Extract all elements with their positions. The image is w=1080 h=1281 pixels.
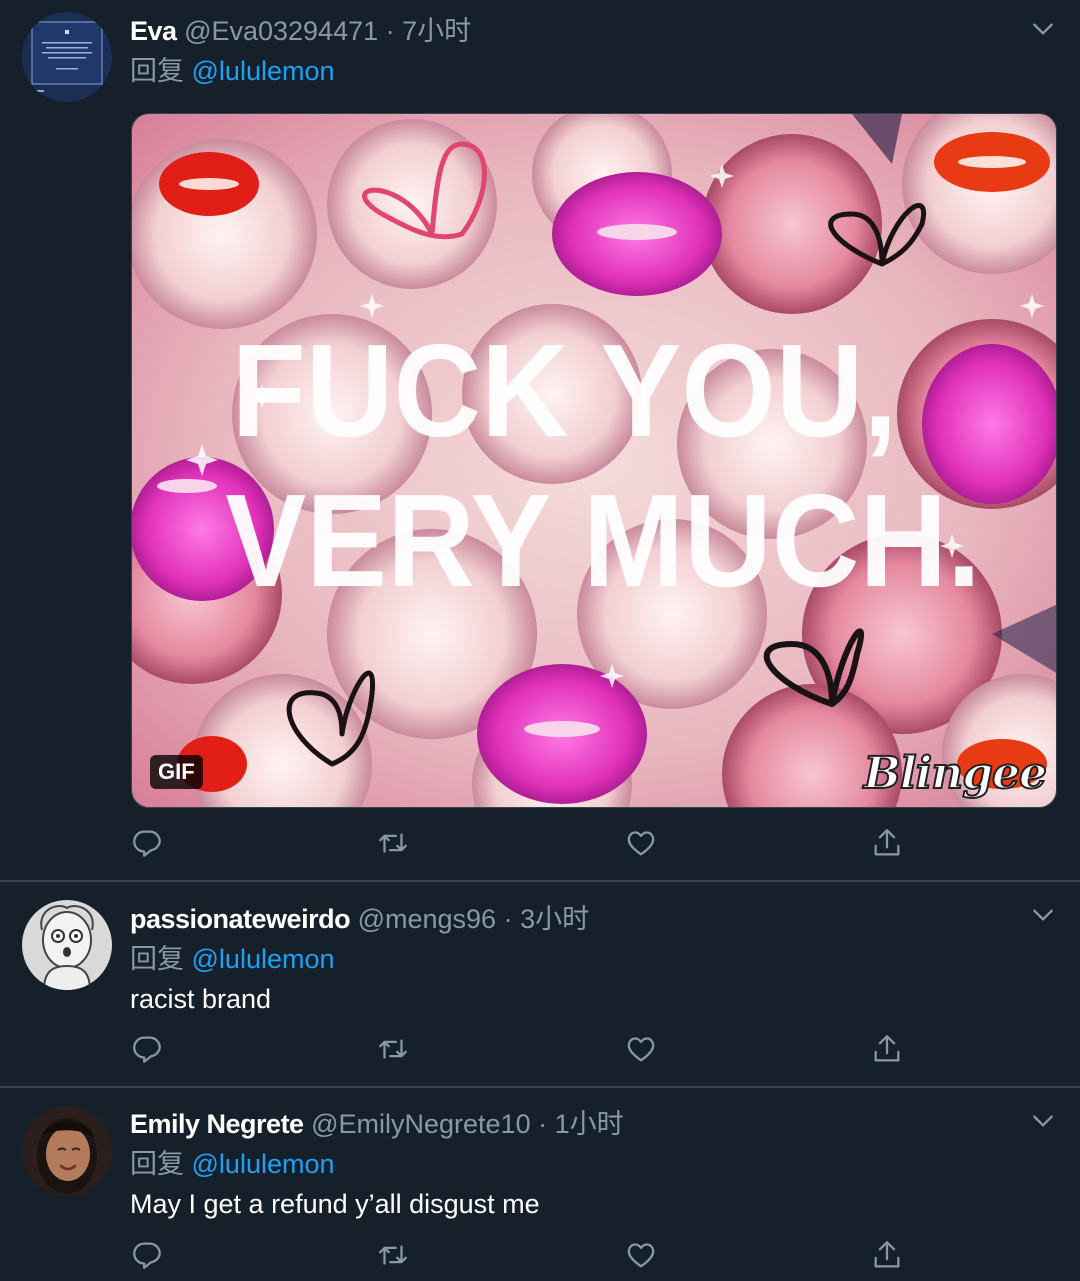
retweet-button[interactable] xyxy=(376,826,410,860)
reply-context: 回复 @lululemon xyxy=(130,942,335,976)
reply-icon xyxy=(133,1036,161,1063)
user-handle[interactable]: @mengs96 xyxy=(358,904,496,934)
heart-icon xyxy=(627,1037,655,1062)
heart-icon xyxy=(627,1243,655,1268)
mention-link[interactable]: @lululemon xyxy=(192,944,335,974)
reply-button[interactable] xyxy=(130,826,164,860)
like-button[interactable] xyxy=(624,826,658,860)
timestamp[interactable]: 3小时 xyxy=(520,904,589,934)
heart-icon xyxy=(627,831,655,856)
retweet-button[interactable] xyxy=(376,1032,410,1066)
tweet-header: passionateweirdo @mengs96 · 3小时 xyxy=(130,902,589,936)
chevron-down-icon[interactable] xyxy=(1030,16,1056,42)
separator: · xyxy=(538,1109,548,1139)
like-button[interactable] xyxy=(624,1032,658,1066)
share-icon xyxy=(874,1035,900,1062)
retweet-icon xyxy=(379,1039,407,1059)
retweet-icon xyxy=(379,833,407,853)
separator: · xyxy=(503,904,513,934)
reply-prefix: 回复 xyxy=(130,944,184,974)
share-icon xyxy=(874,1241,900,1268)
chevron-down-icon[interactable] xyxy=(1030,902,1056,928)
share-button[interactable] xyxy=(870,826,904,860)
display-name[interactable]: Emily Negrete xyxy=(130,1109,304,1139)
gif-overlay-line2: VERY MUCH. xyxy=(225,466,981,614)
avatar[interactable] xyxy=(22,1106,112,1196)
reply-prefix: 回复 xyxy=(130,1149,184,1179)
reply-context: 回复 @lululemon xyxy=(130,54,335,88)
watermark: Blingee xyxy=(863,747,1048,800)
tweet[interactable]: Emily Negrete @EmilyNegrete10 · 1小时 回复 @… xyxy=(0,1088,1080,1281)
display-name[interactable]: Eva xyxy=(130,16,177,46)
share-icon xyxy=(874,829,900,856)
tweet-actions xyxy=(130,1032,930,1072)
tweet-text: May I get a refund y’all disgust me xyxy=(130,1189,540,1219)
timestamp[interactable]: 7小时 xyxy=(402,16,471,46)
display-name[interactable]: passionateweirdo xyxy=(130,904,351,934)
user-handle[interactable]: @Eva03294471 xyxy=(184,16,378,46)
share-button[interactable] xyxy=(870,1238,904,1272)
share-button[interactable] xyxy=(870,1032,904,1066)
reply-button[interactable] xyxy=(130,1238,164,1272)
chevron-down-icon[interactable] xyxy=(1030,1108,1056,1134)
tweet-header: Emily Negrete @EmilyNegrete10 · 1小时 xyxy=(130,1107,624,1141)
retweet-button[interactable] xyxy=(376,1238,410,1272)
reply-icon xyxy=(133,830,161,857)
tweet[interactable]: Eva @Eva03294471 · 7小时 回复 @lululemon FUC… xyxy=(0,0,1080,880)
reply-button[interactable] xyxy=(130,1032,164,1066)
avatar[interactable] xyxy=(22,12,112,102)
tweet[interactable]: passionateweirdo @mengs96 · 3小时 回复 @lulu… xyxy=(0,882,1080,1086)
retweet-icon xyxy=(379,1245,407,1265)
gif-badge: GIF xyxy=(150,755,203,789)
reply-icon xyxy=(133,1242,161,1269)
tweet-header: Eva @Eva03294471 · 7小时 xyxy=(130,14,471,48)
gif-image: FUCK YOU, VERY MUCH. xyxy=(132,114,1056,807)
mention-link[interactable]: @lululemon xyxy=(192,1149,335,1179)
gif-overlay-line1: FUCK YOU, xyxy=(232,316,898,464)
reply-prefix: 回复 xyxy=(130,56,184,86)
mention-link[interactable]: @lululemon xyxy=(192,56,335,86)
tweet-actions xyxy=(130,1238,930,1278)
timestamp[interactable]: 1小时 xyxy=(555,1109,624,1139)
separator: · xyxy=(385,16,395,46)
tweet-actions xyxy=(130,826,930,866)
user-handle[interactable]: @EmilyNegrete10 xyxy=(311,1109,531,1139)
tweet-text: racist brand xyxy=(130,984,272,1014)
like-button[interactable] xyxy=(624,1238,658,1272)
gif-media[interactable]: FUCK YOU, VERY MUCH. GIF Blingee xyxy=(131,113,1057,808)
reply-context: 回复 @lululemon xyxy=(130,1147,335,1181)
avatar[interactable] xyxy=(22,900,112,990)
